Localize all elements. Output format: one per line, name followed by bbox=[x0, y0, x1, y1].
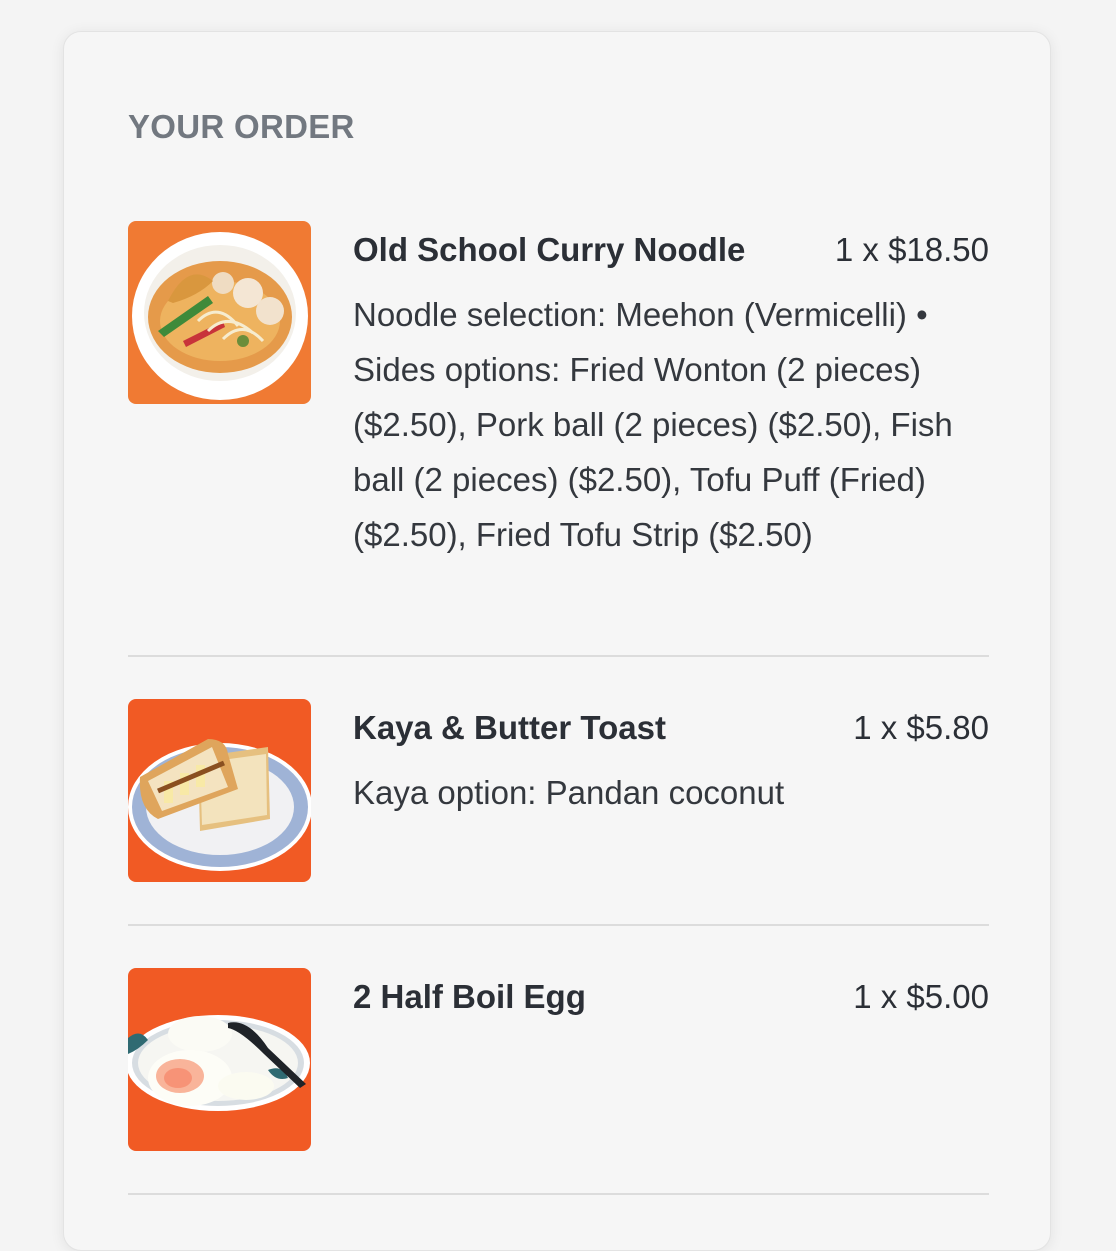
item-name: Kaya & Butter Toast bbox=[353, 709, 666, 746]
kaya-toast-image bbox=[128, 699, 311, 882]
item-options: Noodle selection: Meehon (Vermicelli) • … bbox=[353, 296, 953, 553]
order-summary-card: YOUR ORDER Old School Curry Noodle 1 x $… bbox=[63, 31, 1051, 1251]
item-divider bbox=[128, 1193, 989, 1195]
item-price: 1 x $5.00 bbox=[853, 978, 989, 1015]
item-options: Kaya option: Pandan coconut bbox=[353, 774, 785, 811]
item-price: 1 x $5.80 bbox=[853, 709, 989, 746]
item-name: 2 Half Boil Egg bbox=[353, 978, 586, 1015]
item-divider bbox=[128, 655, 989, 657]
order-heading: YOUR ORDER bbox=[128, 108, 355, 145]
order-item[interactable]: Old School Curry Noodle 1 x $18.50 Noodl… bbox=[128, 221, 989, 621]
item-divider bbox=[128, 924, 989, 926]
item-name: Old School Curry Noodle bbox=[353, 231, 746, 268]
order-item[interactable]: Kaya & Butter Toast 1 x $5.80 Kaya optio… bbox=[128, 699, 989, 899]
half-boiled-egg-image bbox=[128, 968, 311, 1151]
curry-noodle-image bbox=[128, 221, 311, 404]
item-price: 1 x $18.50 bbox=[834, 231, 989, 268]
order-item[interactable]: 2 Half Boil Egg 1 x $5.00 bbox=[128, 968, 989, 1168]
